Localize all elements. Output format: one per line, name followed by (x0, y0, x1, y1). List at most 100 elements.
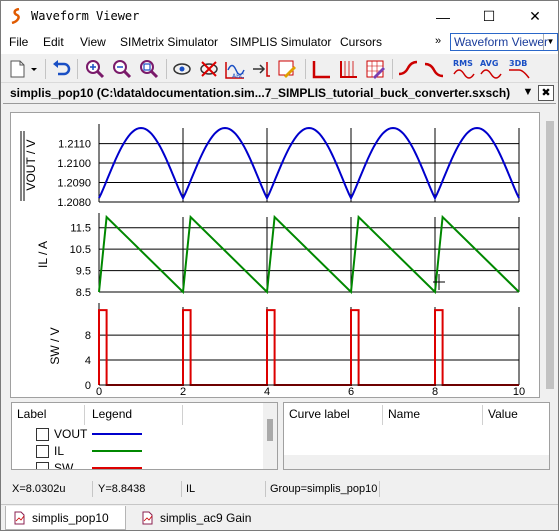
document-tab-bar: simplis_pop10 (C:\data\documentation.sim… (3, 84, 556, 104)
y-tick-label: 8.5 (76, 287, 91, 299)
checkbox-sw[interactable] (36, 461, 49, 469)
legend-panel: Label Legend VOUT IL SW (11, 402, 278, 470)
show-curve-icon[interactable] (171, 58, 193, 80)
zoom-fit-icon[interactable] (138, 58, 160, 80)
series-il-line (98, 214, 520, 295)
legend-swatch-sw (92, 467, 142, 469)
new-grid-icon[interactable] (337, 58, 359, 80)
y-tick-label: 1.2110 (58, 139, 91, 151)
close-icon: ✕ (529, 8, 541, 24)
menu-simplis-simulator[interactable]: SIMPLIS Simulator (230, 35, 331, 49)
tab-label: simplis_ac9 Gain (160, 511, 252, 525)
undo-icon[interactable] (50, 58, 72, 80)
title-bar: Waveform Viewer — ☐ ✕ (1, 1, 558, 32)
move-curve-icon[interactable] (250, 58, 272, 80)
tab-simplis-pop10-sw[interactable]: simplis_pop10 SW (5, 506, 126, 530)
chevron-down-icon: ▼ (522, 86, 534, 98)
legend-row-sw[interactable]: SW (36, 460, 142, 470)
legend-row-vout[interactable]: VOUT (36, 426, 142, 442)
zoom-out-icon[interactable] (111, 58, 133, 80)
legend-label-il: IL (54, 444, 65, 458)
legend-col-legend: Legend (92, 407, 133, 421)
edit-axis-icon[interactable] (276, 58, 298, 80)
status-y: Y=8.8438 (98, 483, 146, 495)
menu-edit[interactable]: Edit (43, 35, 64, 49)
plot-vertical-scrollbar[interactable] (542, 105, 558, 399)
simetrix-app-icon (11, 8, 20, 24)
menu-overflow-chevron[interactable]: » (435, 35, 441, 47)
y-tick-label: 0 (85, 380, 91, 392)
tab-label: simplis_pop10 SW (32, 511, 109, 525)
column-divider[interactable] (84, 405, 85, 425)
x-tick-label: 0 (96, 386, 102, 397)
minimize-button[interactable]: — (420, 1, 466, 32)
y-axis-label: IL / A (36, 241, 50, 268)
curve-panel-scrollbar[interactable] (284, 455, 549, 469)
legend-col-label: Label (17, 407, 47, 421)
chevron-down-icon[interactable]: ▼ (543, 34, 557, 50)
toolbar-separator (305, 59, 306, 79)
falling-edge-icon[interactable] (423, 58, 445, 80)
y-tick-label: 1.2100 (57, 158, 91, 170)
graph-document-icon (142, 511, 153, 525)
legend-scrollbar[interactable] (263, 403, 277, 469)
status-curve: IL (186, 483, 196, 495)
scrollbar-thumb[interactable] (546, 121, 554, 389)
x-tick-label: 4 (264, 386, 270, 397)
checkbox-il[interactable] (36, 444, 49, 458)
document-close-button[interactable]: ✖ (538, 85, 554, 101)
label-curve-icon[interactable]: ABC (224, 58, 246, 80)
3db-label: 3DB (509, 59, 527, 68)
column-divider[interactable] (482, 405, 483, 425)
rising-edge-icon[interactable] (397, 58, 419, 80)
abc-label-text: ABC (232, 73, 244, 80)
hide-curve-icon[interactable] (198, 58, 220, 80)
x-tick-label: 8 (432, 386, 438, 397)
status-separator (265, 481, 266, 497)
toolbar-separator (77, 59, 78, 79)
status-bar: X=8.0302u Y=8.8438 IL Group=simplis_pop1… (1, 478, 558, 500)
status-group: Group=simplis_pop10 (270, 483, 378, 495)
avg-label: AVG (480, 59, 498, 68)
y-tick-label: 9.5 (76, 266, 91, 278)
plot-area[interactable]: 1.2080 1.2090 1.2100 1.2110 VOUT / V 8.5 9.5 10… (10, 112, 540, 398)
edit-grid-icon[interactable] (364, 58, 386, 80)
toolbar-separator (45, 59, 46, 79)
new-dropdown-icon[interactable] (28, 58, 40, 80)
status-separator (92, 481, 93, 497)
menu-view[interactable]: View (80, 35, 106, 49)
checkbox-vout[interactable] (36, 427, 49, 441)
legend-row-il[interactable]: IL (36, 443, 142, 459)
y-tick-label: 10.5 (70, 244, 91, 256)
column-divider[interactable] (182, 405, 183, 425)
column-divider[interactable] (382, 405, 383, 425)
scrollbar-thumb[interactable] (267, 419, 273, 441)
menu-file[interactable]: File (9, 35, 28, 49)
new-document-icon[interactable] (6, 58, 28, 80)
waveform-plot[interactable]: 1.2080 1.2090 1.2100 1.2110 VOUT / V 8.5 9.5 10… (11, 113, 539, 398)
rms-label: RMS (453, 59, 473, 68)
new-axis-icon[interactable] (310, 58, 332, 80)
y-tick-label: 1.2090 (57, 178, 91, 190)
toolbar-separator (166, 59, 167, 79)
legend-swatch-il (92, 450, 142, 452)
curve-col-label: Curve label (289, 407, 350, 421)
toolbar: ABC RMS AVG 3DB (1, 55, 558, 83)
zoom-in-icon[interactable] (84, 58, 106, 80)
close-window-button[interactable]: ✕ (512, 1, 558, 32)
tab-simplis-ac9-gain[interactable]: simplis_ac9 Gain (134, 506, 252, 530)
menu-simetrix-simulator[interactable]: SIMetrix Simulator (120, 35, 218, 49)
maximize-button[interactable]: ☐ (466, 1, 512, 32)
rms-measure-icon[interactable]: RMS (452, 58, 476, 80)
menu-combo-select[interactable]: Waveform Viewer ▼ (450, 33, 558, 51)
y-tick-label: 8 (85, 330, 91, 342)
document-title[interactable]: simplis_pop10 (C:\data\documentation.sim… (10, 86, 510, 100)
avg-measure-icon[interactable]: AVG (479, 58, 503, 80)
graph-tab-bar: simplis_pop10 SW simplis_ac9 Gain (1, 504, 558, 531)
menu-cursors[interactable]: Cursors (340, 35, 382, 49)
y-tick-label: 1.2080 (57, 197, 91, 209)
document-list-button[interactable]: ▼ (520, 85, 536, 101)
x-tick-label: 10 (513, 386, 525, 397)
3db-measure-icon[interactable]: 3DB (507, 58, 531, 80)
legend-label-sw: SW (54, 461, 74, 470)
